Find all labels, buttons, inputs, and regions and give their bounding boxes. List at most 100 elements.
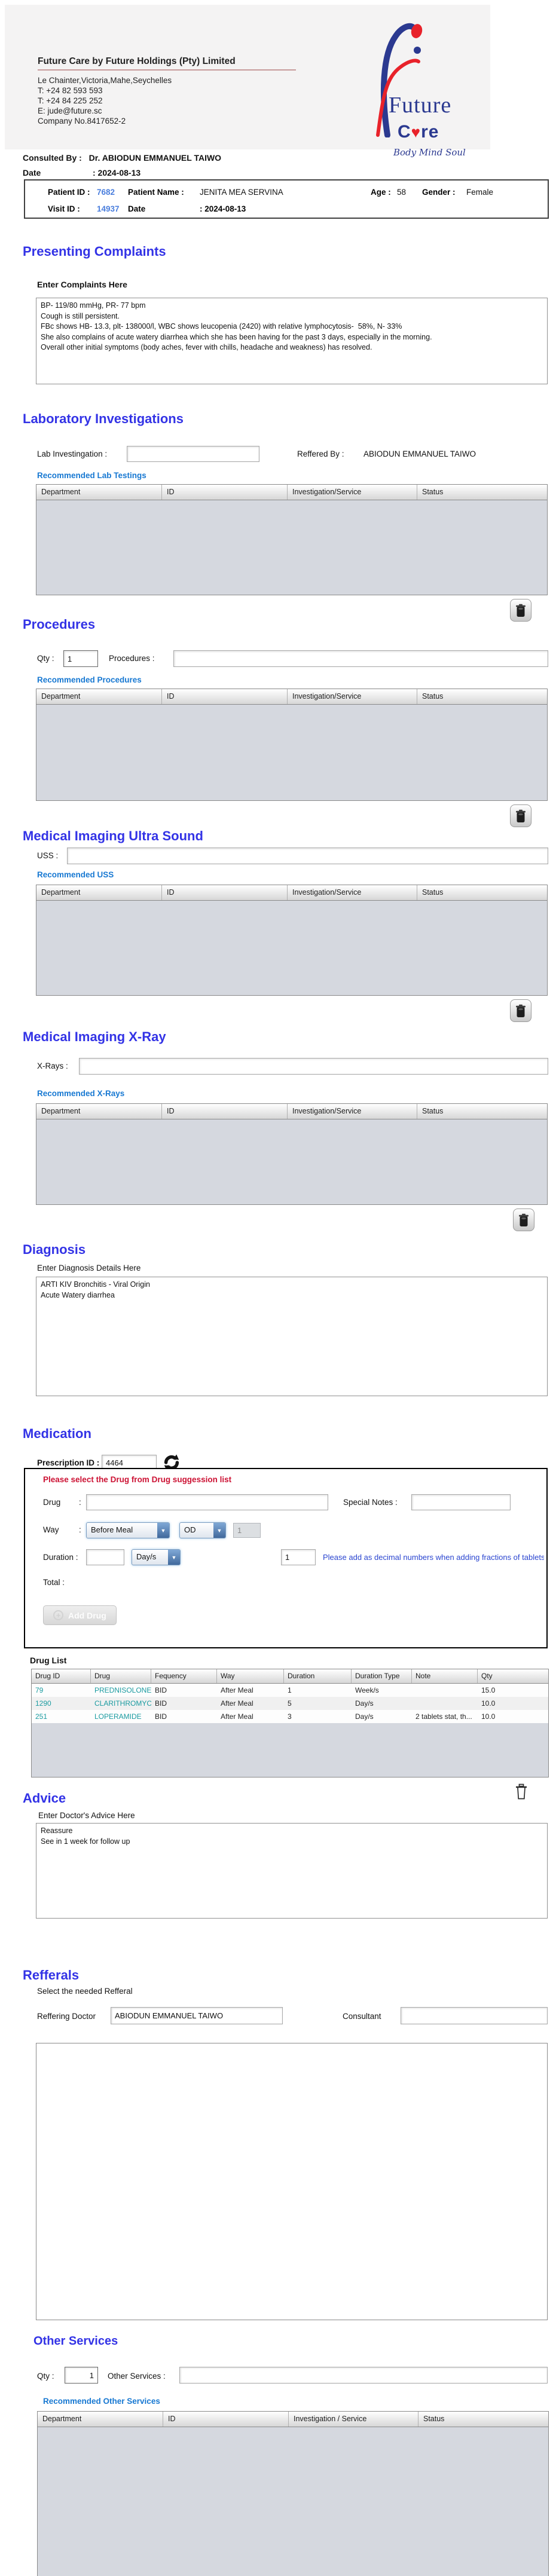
trash-icon bbox=[515, 1004, 527, 1018]
total-label: Total : bbox=[43, 1578, 65, 1587]
trash-icon bbox=[518, 1213, 530, 1227]
xray-table-body bbox=[36, 1119, 547, 1204]
lab-investigation-label: Lab Investingation : bbox=[37, 449, 108, 458]
chevron-down-icon: ▼ bbox=[213, 1523, 225, 1538]
drug-list-title: Drug List bbox=[30, 1656, 67, 1665]
recommended-other-services-link[interactable]: Recommended Other Services bbox=[43, 2397, 160, 2406]
referred-by-label: Reffered By : bbox=[297, 449, 344, 458]
consulted-by-value: Dr. ABIODUN EMMANUEL TAIWO bbox=[88, 153, 222, 163]
company-address-block: Le Chainter,Victoria,Mahe,Seychelles T: … bbox=[38, 75, 172, 126]
column-header: Drug bbox=[91, 1669, 151, 1683]
drug-input[interactable] bbox=[86, 1494, 328, 1510]
visit-id-label: Visit ID : bbox=[48, 204, 80, 213]
column-header: Status bbox=[422, 692, 444, 700]
other-services-table: Department ID Investigation / Service St… bbox=[37, 2411, 549, 2576]
referred-by-value: ABIODUN EMMANUEL TAIWO bbox=[363, 449, 476, 458]
procedures-qty-input[interactable] bbox=[63, 650, 98, 667]
phone-line-1: T: +24 82 593 593 bbox=[38, 86, 103, 95]
complaints-hint: Enter Complaints Here bbox=[37, 280, 127, 289]
delete-drug-row-button[interactable] bbox=[512, 1780, 531, 1803]
recommended-xrays-link[interactable]: Recommended X-Rays bbox=[37, 1089, 124, 1098]
recommended-procedures-link[interactable]: Recommended Procedures bbox=[37, 675, 142, 684]
frequency-selected-value: OD bbox=[184, 1525, 196, 1534]
frequency-select[interactable]: OD ▼ bbox=[179, 1522, 226, 1538]
delete-lab-test-button[interactable] bbox=[510, 599, 531, 622]
consultant-input[interactable] bbox=[401, 2007, 548, 2024]
column-header: Department bbox=[36, 885, 162, 900]
drug-colon: : bbox=[79, 1498, 81, 1507]
gender-label: Gender : bbox=[422, 188, 456, 197]
advice-textarea[interactable]: Reassure See in 1 week for follow up bbox=[36, 1823, 548, 1919]
column-header: Investigation/Service bbox=[288, 689, 417, 704]
tablet-fraction-input[interactable] bbox=[281, 1549, 316, 1565]
date-label: Date bbox=[23, 168, 41, 178]
referrals-hint: Select the needed Refferal bbox=[37, 1987, 133, 1996]
referring-doctor-input[interactable] bbox=[111, 2007, 283, 2024]
company-number: Company No.8417652-2 bbox=[38, 117, 126, 126]
duration-input[interactable] bbox=[86, 1549, 124, 1565]
delete-xray-button[interactable] bbox=[513, 1209, 534, 1231]
column-header: Drug ID bbox=[32, 1669, 91, 1683]
uss-table-body bbox=[36, 901, 547, 995]
column-header: Qty bbox=[481, 1672, 493, 1680]
uss-label: USS : bbox=[37, 851, 59, 860]
complaints-textarea[interactable]: BP- 119/80 mmHg, PR- 77 bpm Cough is sti… bbox=[36, 298, 548, 384]
drug-label: Drug bbox=[43, 1498, 61, 1507]
diagnosis-title: Diagnosis bbox=[23, 1242, 86, 1257]
lab-tests-table: Department ID Investigation/Service Stat… bbox=[36, 484, 548, 595]
procedures-table: Department ID Investigation/Service Stat… bbox=[36, 689, 548, 801]
column-header: ID bbox=[162, 485, 288, 500]
xray-input[interactable] bbox=[79, 1058, 548, 1075]
drug-row[interactable]: 251 LOPERAMIDE BID After Meal 3 Day/s 2 … bbox=[32, 1710, 548, 1723]
special-notes-input[interactable] bbox=[411, 1494, 511, 1510]
uss-input[interactable] bbox=[67, 848, 548, 864]
column-header: Status bbox=[422, 1107, 444, 1115]
diagnosis-textarea[interactable]: ARTI KIV Bronchitis - Viral Origin Acute… bbox=[36, 1277, 548, 1396]
column-header: ID bbox=[162, 689, 288, 704]
medication-title: Medication bbox=[23, 1426, 91, 1441]
drug-row[interactable]: 79 PREDNISOLONE BID After Meal 1 Week/s … bbox=[32, 1684, 548, 1697]
futurecare-logo-icon bbox=[363, 18, 426, 137]
meal-time-select[interactable]: Before Meal ▼ bbox=[86, 1522, 170, 1538]
other-services-input[interactable] bbox=[179, 2367, 548, 2384]
duration-label: Duration : bbox=[43, 1553, 78, 1562]
procedures-table-body bbox=[36, 705, 547, 800]
drug-row[interactable]: 1290 CLARITHROMYCIN BID After Meal 5 Day… bbox=[32, 1697, 548, 1710]
referral-list-box[interactable] bbox=[36, 2043, 548, 2320]
patient-info-box: Patient ID : 7682 Patient Name : JENITA … bbox=[24, 179, 549, 219]
procedures-input[interactable] bbox=[173, 650, 548, 667]
visit-date-value: : 2024-08-13 bbox=[200, 204, 246, 213]
age-label: Age : bbox=[371, 188, 391, 197]
xray-table-header: Department ID Investigation/Service Stat… bbox=[36, 1104, 547, 1119]
chevron-down-icon: ▼ bbox=[168, 1550, 180, 1565]
drug-list-table-empty-area bbox=[32, 1723, 548, 1777]
logo-word-future: Future bbox=[389, 93, 452, 118]
column-header: Status bbox=[423, 2415, 445, 2423]
consulted-by-label: Consulted By : bbox=[23, 153, 82, 163]
special-notes-label: Special Notes : bbox=[343, 1498, 398, 1507]
lab-investigation-input[interactable] bbox=[127, 446, 259, 462]
add-drug-button[interactable]: + Add Drug bbox=[43, 1605, 117, 1625]
recommended-lab-testings-link[interactable]: Recommended Lab Testings bbox=[37, 471, 146, 480]
trash-icon bbox=[515, 1783, 528, 1800]
column-header: Duration Type bbox=[352, 1669, 412, 1683]
column-header: Investigation/Service bbox=[288, 485, 417, 500]
duration-unit-select[interactable]: Day/s ▼ bbox=[132, 1549, 181, 1565]
column-header: ID bbox=[163, 2412, 289, 2427]
column-header: ID bbox=[162, 885, 288, 900]
address-line: Le Chainter,Victoria,Mahe,Seychelles bbox=[38, 76, 172, 85]
xray-title: Medical Imaging X-Ray bbox=[23, 1029, 166, 1044]
consultation-page: Future Care by Future Holdings (Pty) Lim… bbox=[0, 0, 556, 2576]
column-header: Department bbox=[36, 689, 162, 704]
other-services-qty-input[interactable] bbox=[65, 2367, 98, 2384]
delete-uss-button[interactable] bbox=[510, 999, 531, 1022]
column-header: Fequency bbox=[151, 1669, 217, 1683]
delete-procedure-button[interactable] bbox=[510, 804, 531, 827]
other-services-qty-label: Qty : bbox=[37, 2372, 54, 2381]
consulted-by-line: Consulted By : Dr. ABIODUN EMMANUEL TAIW… bbox=[23, 153, 226, 163]
column-header: Investigation/Service bbox=[288, 1104, 417, 1119]
date-value: : 2024-08-13 bbox=[93, 168, 141, 178]
recommended-uss-link[interactable]: Recommended USS bbox=[37, 870, 114, 879]
uss-table: Department ID Investigation/Service Stat… bbox=[36, 885, 548, 996]
column-header: Investigation/Service bbox=[288, 885, 417, 900]
